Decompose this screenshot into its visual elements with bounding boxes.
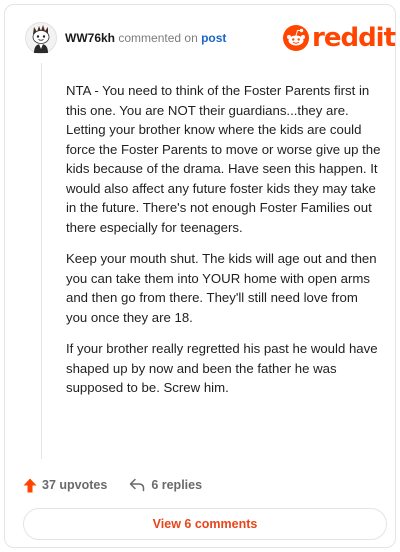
comment-action-text: commented on bbox=[118, 31, 198, 45]
comment-header: WW76kh commented on post bbox=[65, 31, 226, 45]
post-link[interactable]: post bbox=[201, 31, 226, 45]
upvote-button[interactable]: 37 upvotes bbox=[23, 478, 107, 493]
comment-paragraph: If your brother really regretted his pas… bbox=[66, 341, 378, 395]
comment-footer: 37 upvotes 6 replies bbox=[23, 475, 202, 495]
replies-button[interactable]: 6 replies bbox=[129, 478, 202, 492]
thread-line[interactable] bbox=[41, 63, 42, 459]
upvote-count: 37 upvotes bbox=[42, 478, 108, 492]
reddit-snoo-icon bbox=[283, 25, 309, 51]
reddit-wordmark: reddit bbox=[312, 23, 396, 53]
reply-count: 6 replies bbox=[151, 478, 203, 492]
comment-card: WW76kh commented on post reddit NTA - Yo… bbox=[4, 4, 396, 548]
username[interactable]: WW76kh bbox=[65, 31, 115, 45]
view-comments-label: View 6 comments bbox=[152, 517, 258, 531]
upvote-arrow-icon bbox=[23, 478, 37, 492]
reply-arrow-icon bbox=[130, 478, 145, 492]
view-comments-button[interactable]: View 6 comments bbox=[23, 508, 387, 540]
comment-paragraph: Keep your mouth shut. The kids will age … bbox=[66, 251, 377, 325]
user-avatar[interactable] bbox=[25, 22, 57, 54]
reddit-logo[interactable]: reddit bbox=[283, 23, 396, 53]
comment-body: NTA - You need to think of the Foster Pa… bbox=[66, 81, 382, 410]
comment-paragraph: NTA - You need to think of the Foster Pa… bbox=[66, 83, 381, 235]
